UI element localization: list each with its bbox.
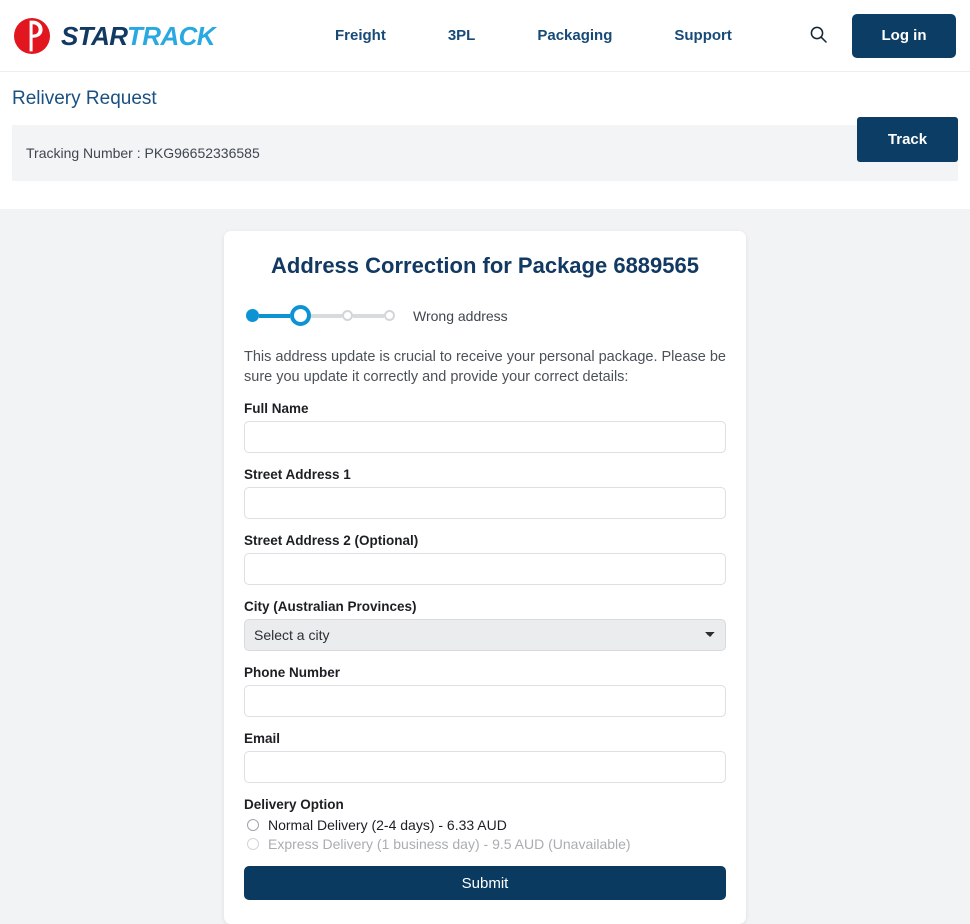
label-street-address-2: Street Address 2 (Optional) (244, 533, 419, 549)
full-name-input[interactable] (244, 421, 726, 454)
nav-item-freight[interactable]: Freight (335, 19, 386, 52)
step-dot-3-pending (342, 310, 353, 322)
label-email: Email (244, 731, 281, 747)
tracking-number-text: Tracking Number : PKG96652336585 (26, 144, 260, 161)
card-area: Address Correction for Package 6889565 W… (0, 208, 970, 924)
step-line-3-pending (353, 313, 384, 318)
field-email: Email (244, 731, 726, 784)
intro-text: This address update is crucial to receiv… (244, 349, 726, 385)
login-button[interactable]: Log in (852, 13, 956, 58)
city-select[interactable]: Select a city (244, 619, 726, 652)
brand-logo[interactable]: STARTRACK (12, 16, 216, 56)
radio-label-normal-delivery: Normal Delivery (2-4 days) - 6.33 AUD (268, 817, 507, 834)
step-dot-4-pending (384, 310, 395, 322)
step-dot-1-complete (246, 309, 259, 323)
label-street-address-1: Street Address 1 (244, 467, 351, 483)
label-full-name: Full Name (244, 401, 309, 417)
page-title: Relivery Request (12, 88, 157, 109)
label-delivery-option: Delivery Option (244, 797, 344, 813)
step-dot-2-current (290, 305, 311, 327)
field-street-address-1: Street Address 1 (244, 467, 726, 520)
brand-word-track: TRACK (126, 20, 216, 51)
radio-option-normal-delivery[interactable]: Normal Delivery (2-4 days) - 6.33 AUD (244, 817, 726, 833)
header-actions: Log in (807, 13, 956, 58)
step-line-2-pending (311, 313, 342, 318)
search-button[interactable] (807, 23, 830, 49)
radio-icon-normal-delivery[interactable] (247, 819, 259, 832)
email-input[interactable] (244, 751, 726, 784)
street-address-1-input[interactable] (244, 487, 726, 520)
street-address-2-input[interactable] (244, 553, 726, 586)
field-delivery-option: Delivery Option Normal Delivery (2-4 day… (244, 797, 726, 852)
main-navigation: Freight 3PL Packaging Support (335, 19, 732, 52)
submit-button[interactable]: Submit (244, 866, 726, 901)
radio-label-express-delivery: Express Delivery (1 business day) - 9.5 … (268, 836, 631, 853)
label-phone-number: Phone Number (244, 665, 341, 681)
label-city: City (Australian Provinces) (244, 599, 417, 615)
tracking-bar: Tracking Number : PKG96652336585 Track (12, 116, 958, 181)
search-icon (809, 25, 828, 47)
delivery-option-group: Normal Delivery (2-4 days) - 6.33 AUD Ex… (244, 817, 726, 852)
radio-icon-express-delivery (247, 838, 259, 851)
nav-item-3pl[interactable]: 3PL (448, 19, 476, 52)
address-correction-card: Address Correction for Package 6889565 W… (224, 230, 746, 924)
brand-wordmark: STARTRACK (61, 20, 216, 51)
page-band: Relivery Request (0, 72, 970, 125)
field-street-address-2: Street Address 2 (Optional) (244, 533, 726, 586)
nav-item-packaging[interactable]: Packaging (537, 19, 612, 52)
field-phone-number: Phone Number (244, 665, 726, 718)
site-header: STARTRACK Freight 3PL Packaging Support … (0, 0, 970, 72)
tracking-bar-wrapper: Tracking Number : PKG96652336585 Track (0, 116, 970, 209)
progress-stepper: Wrong address (246, 305, 726, 327)
card-title: Address Correction for Package 6889565 (271, 252, 699, 278)
field-city: City (Australian Provinces) Select a cit… (244, 599, 726, 652)
track-button[interactable]: Track (857, 116, 958, 162)
step-line-1-complete (259, 313, 290, 318)
brand-word-star: STAR (61, 20, 128, 51)
phone-number-input[interactable] (244, 685, 726, 718)
field-full-name: Full Name (244, 401, 726, 454)
australia-post-circle-icon (12, 16, 52, 56)
nav-item-support[interactable]: Support (674, 19, 732, 52)
stepper-label: Wrong address (413, 307, 508, 324)
radio-option-express-delivery: Express Delivery (1 business day) - 9.5 … (244, 836, 726, 852)
